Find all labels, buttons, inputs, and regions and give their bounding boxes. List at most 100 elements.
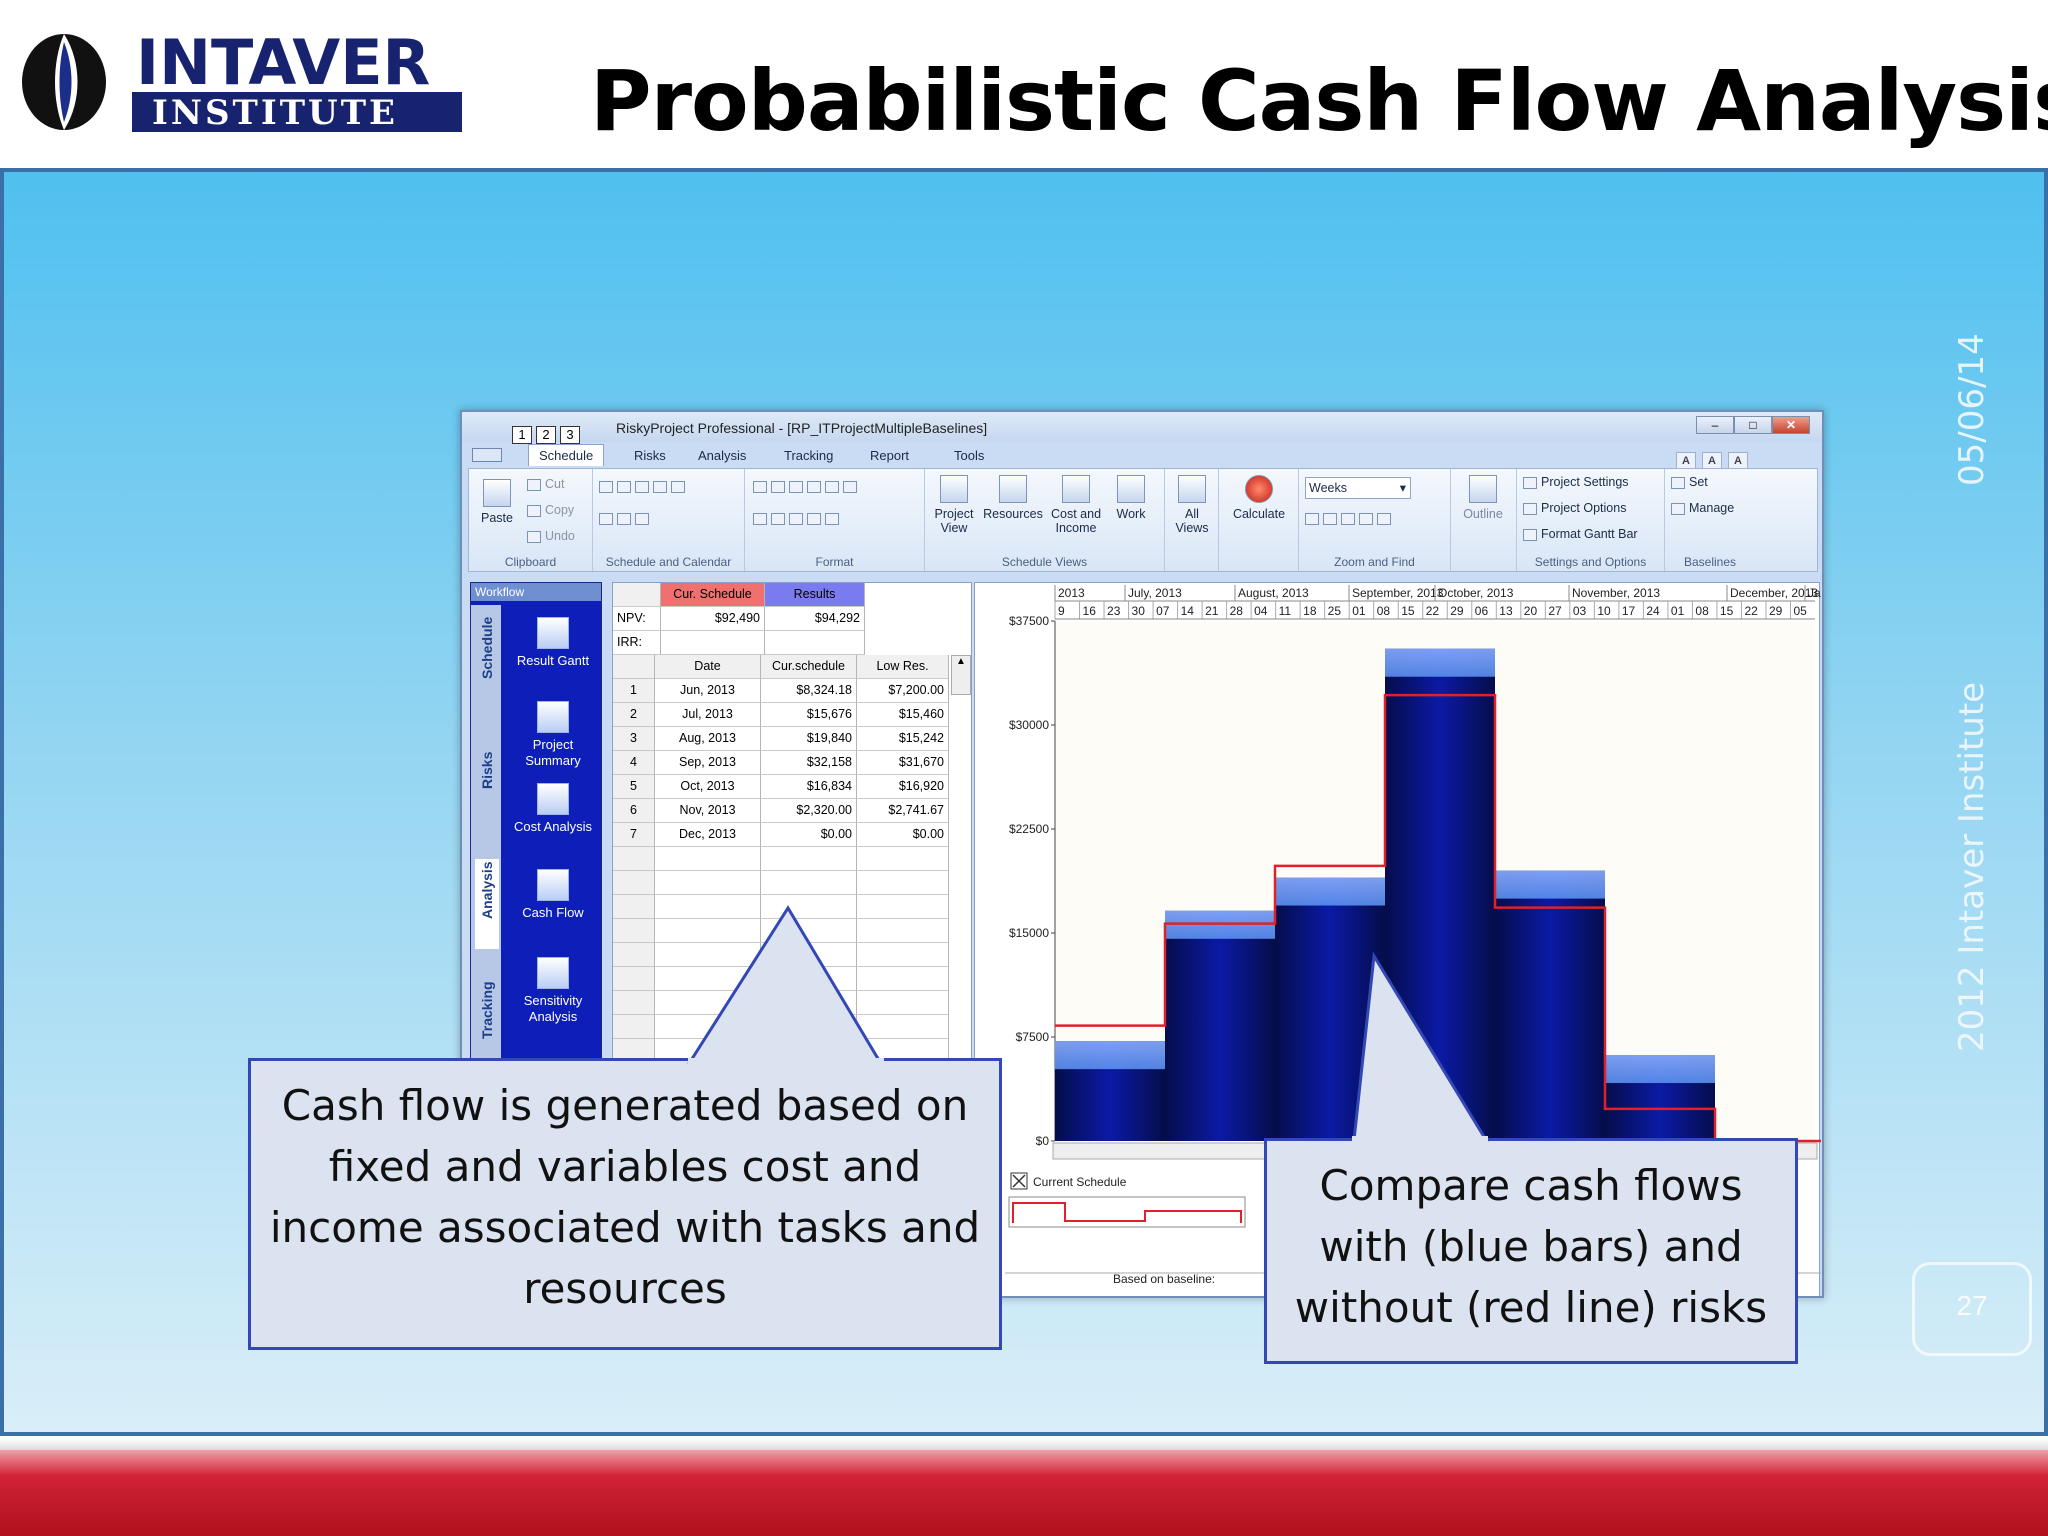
table-cell[interactable]: Jun, 2013 <box>655 679 761 703</box>
app-menu-button[interactable] <box>472 448 502 462</box>
table-cell[interactable]: $16,920 <box>857 775 949 799</box>
workflow-item-cost-analysis[interactable]: Cost Analysis <box>505 783 601 835</box>
empty-cell[interactable] <box>613 967 655 991</box>
zoom-buttons[interactable] <box>1305 511 1395 525</box>
minimize-button[interactable]: – <box>1696 416 1734 434</box>
irr-results[interactable] <box>765 631 865 655</box>
workflow-item-project-summary[interactable]: Project Summary <box>505 701 601 769</box>
text-format-buttons[interactable] <box>753 479 861 493</box>
empty-cell[interactable] <box>613 871 655 895</box>
empty-cell[interactable] <box>655 847 761 871</box>
table-cell[interactable]: $2,741.67 <box>857 799 949 823</box>
workflow-tab-schedule[interactable]: Schedule <box>475 617 499 709</box>
tab-tracking[interactable]: Tracking <box>784 448 833 463</box>
cost-income-button[interactable]: Cost and Income <box>1045 475 1107 535</box>
table-cell[interactable]: Sep, 2013 <box>655 751 761 775</box>
schedule-tools[interactable] <box>599 479 689 493</box>
timeline-day-label: 16 <box>1083 604 1097 618</box>
project-settings-button[interactable]: Project Settings <box>1523 475 1629 489</box>
cell-format-buttons[interactable] <box>753 511 843 525</box>
empty-cell[interactable] <box>613 943 655 967</box>
empty-cell[interactable] <box>857 847 949 871</box>
table-cell[interactable]: 1 <box>613 679 655 703</box>
table-cell[interactable]: $16,834 <box>761 775 857 799</box>
empty-cell[interactable] <box>613 919 655 943</box>
table-cell[interactable]: $7,200.00 <box>857 679 949 703</box>
set-baseline-button[interactable]: Set <box>1671 475 1708 489</box>
tab-risks[interactable]: Risks <box>634 448 666 463</box>
manage-baseline-button[interactable]: Manage <box>1671 501 1734 515</box>
npv-cur[interactable]: $92,490 <box>661 607 765 631</box>
tab-report[interactable]: Report <box>870 448 909 463</box>
table-cell[interactable]: Dec, 2013 <box>655 823 761 847</box>
empty-cell[interactable] <box>613 991 655 1015</box>
timeline-day-label: 03 <box>1573 604 1587 618</box>
project-options-button[interactable]: Project Options <box>1523 501 1626 515</box>
close-button[interactable]: ✕ <box>1772 416 1810 434</box>
workflow-tab-risks[interactable]: Risks <box>475 729 499 799</box>
table-cell[interactable]: 5 <box>613 775 655 799</box>
column-header[interactable]: Cur.schedule <box>761 655 857 679</box>
irr-cur[interactable] <box>661 631 765 655</box>
calendar-tools[interactable] <box>599 511 653 525</box>
empty-cell[interactable] <box>613 847 655 871</box>
table-cell[interactable]: $19,840 <box>761 727 857 751</box>
timescale-select[interactable]: Weeks ▾ <box>1305 477 1411 499</box>
workflow-item-result-gantt[interactable]: Result Gantt <box>505 617 601 669</box>
timeline-day-label: 10 <box>1597 604 1611 618</box>
tab-schedule[interactable]: Schedule <box>528 444 605 466</box>
empty-cell[interactable] <box>857 871 949 895</box>
paste-button[interactable]: Paste <box>475 479 519 525</box>
table-cell[interactable]: 2 <box>613 703 655 727</box>
timeline-month-label: Janu <box>1808 586 1821 600</box>
work-button[interactable]: Work <box>1107 475 1155 521</box>
table-cell[interactable]: 6 <box>613 799 655 823</box>
workflow-item-sensitivity[interactable]: Sensitivity Analysis <box>505 957 601 1025</box>
workflow-item-cash-flow[interactable]: Cash Flow <box>505 869 601 921</box>
project-view-button[interactable]: Project View <box>929 475 979 535</box>
window-titlebar[interactable]: 1 2 3 RiskyProject Professional - [RP_IT… <box>462 412 1822 444</box>
column-header[interactable]: Low Res. <box>857 655 949 679</box>
gantt-format-icon <box>1523 528 1537 541</box>
scroll-up-button[interactable]: ▲ <box>951 655 971 695</box>
calculate-button[interactable]: Calculate <box>1223 475 1295 521</box>
npv-results[interactable]: $94,292 <box>765 607 865 631</box>
table-cell[interactable]: 3 <box>613 727 655 751</box>
tab-tools[interactable]: Tools <box>954 448 984 463</box>
empty-cell[interactable] <box>613 1015 655 1039</box>
copy-button[interactable]: Copy <box>527 503 574 517</box>
workflow-tab-tracking[interactable]: Tracking <box>475 979 499 1069</box>
tab-analysis[interactable]: Analysis <box>698 448 746 463</box>
footer-band <box>0 1450 2048 1536</box>
table-cell[interactable]: $0.00 <box>761 823 857 847</box>
undo-button[interactable]: Undo <box>527 529 575 543</box>
callout-left-pointer <box>687 905 884 1065</box>
outline-button[interactable]: Outline <box>1455 475 1511 521</box>
workflow-tab-analysis[interactable]: Analysis <box>475 859 499 949</box>
calculate-icon <box>1245 475 1273 503</box>
table-cell[interactable]: 7 <box>613 823 655 847</box>
cut-button[interactable]: Cut <box>527 477 564 491</box>
table-cell[interactable]: Aug, 2013 <box>655 727 761 751</box>
table-cell[interactable]: $32,158 <box>761 751 857 775</box>
empty-cell[interactable] <box>613 895 655 919</box>
table-cell[interactable]: Jul, 2013 <box>655 703 761 727</box>
empty-cell[interactable] <box>761 847 857 871</box>
table-cell[interactable]: $2,320.00 <box>761 799 857 823</box>
maximize-button[interactable]: □ <box>1734 416 1772 434</box>
table-cell[interactable]: 4 <box>613 751 655 775</box>
table-cell[interactable]: $15,676 <box>761 703 857 727</box>
table-cell[interactable]: $8,324.18 <box>761 679 857 703</box>
table-cell[interactable]: $15,460 <box>857 703 949 727</box>
resources-button[interactable]: Resources <box>981 475 1045 521</box>
format-gantt-button[interactable]: Format Gantt Bar <box>1523 527 1638 541</box>
all-views-button[interactable]: All Views <box>1167 475 1217 535</box>
table-cell[interactable]: Oct, 2013 <box>655 775 761 799</box>
table-cell[interactable]: $0.00 <box>857 823 949 847</box>
table-cell[interactable]: $15,242 <box>857 727 949 751</box>
column-header[interactable]: Date <box>655 655 761 679</box>
empty-cell[interactable] <box>655 871 761 895</box>
table-cell[interactable]: Nov, 2013 <box>655 799 761 823</box>
table-cell[interactable]: $31,670 <box>857 751 949 775</box>
empty-cell[interactable] <box>761 871 857 895</box>
